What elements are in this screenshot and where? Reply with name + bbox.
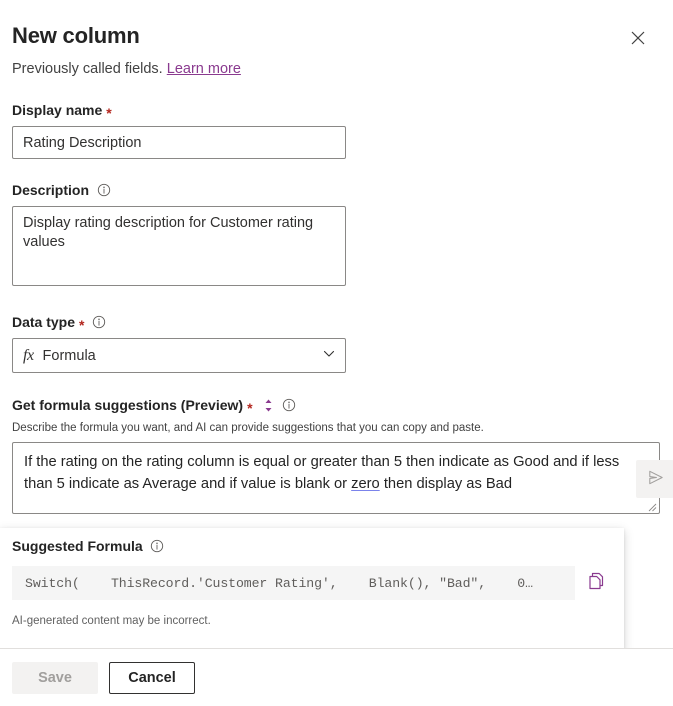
column-form: Display name * Description — [0, 101, 673, 514]
suggested-formula-label: Suggested Formula — [12, 538, 143, 554]
ai-disclaimer: AI-generated content may be incorrect. — [12, 615, 612, 627]
send-icon — [646, 468, 665, 490]
formula-row: Switch( ThisRecord.'Customer Rating', Bl… — [12, 566, 612, 600]
expand-collapse-icon[interactable] — [262, 398, 275, 413]
close-button[interactable] — [623, 24, 653, 54]
prompt-misspelled-word: zero — [351, 476, 380, 492]
panel-header: New column Previously called fields. Lea… — [0, 0, 673, 79]
info-icon[interactable] — [96, 183, 111, 198]
panel-footer: Save Cancel — [0, 648, 673, 706]
prompt-line-2a: than 5 indicate as Average and if value … — [24, 476, 351, 492]
formula-suggestions-heading: Get formula suggestions (Preview) * — [12, 397, 661, 413]
prompt-line-1: If the rating on the rating column is eq… — [24, 454, 619, 470]
field-display-name: Display name * — [12, 101, 661, 159]
data-type-label-text: Data type — [12, 313, 75, 331]
prompt-line-2b: then display as Bad — [380, 476, 512, 492]
panel-subtitle: Previously called fields. Learn more — [12, 59, 651, 79]
field-data-type: Data type * fx Formula — [12, 313, 661, 373]
prompt-row: If the rating on the rating column is eq… — [12, 442, 661, 514]
data-type-value: Formula — [43, 348, 96, 364]
close-icon — [631, 31, 645, 48]
display-name-label: Display name * — [12, 101, 661, 119]
required-asterisk: * — [247, 402, 252, 414]
data-type-select[interactable]: fx Formula — [12, 338, 346, 373]
suggested-formula-card: Suggested Formula Switch( ThisRecord.'Cu… — [0, 528, 624, 652]
copy-icon — [586, 571, 607, 595]
description-label: Description — [12, 181, 661, 199]
subtitle-text: Previously called fields. — [12, 61, 163, 77]
formula-prompt-input[interactable]: If the rating on the rating column is eq… — [12, 442, 660, 514]
display-name-input[interactable] — [12, 126, 346, 159]
info-icon[interactable] — [150, 539, 165, 554]
save-button[interactable]: Save — [12, 662, 98, 694]
suggested-formula-heading: Suggested Formula — [12, 538, 612, 554]
display-name-label-text: Display name — [12, 101, 102, 119]
required-asterisk: * — [106, 107, 111, 119]
cancel-button[interactable]: Cancel — [109, 662, 195, 694]
fx-icon: fx — [23, 347, 34, 365]
data-type-label: Data type * — [12, 313, 661, 331]
page-title: New column — [12, 22, 140, 50]
formula-suggestions-help: Describe the formula you want, and AI ca… — [12, 421, 661, 436]
info-icon[interactable] — [282, 398, 297, 413]
info-icon[interactable] — [91, 315, 106, 330]
new-column-panel: New column Previously called fields. Lea… — [0, 0, 673, 706]
field-description: Description — [12, 181, 661, 291]
suggested-formula-text[interactable]: Switch( ThisRecord.'Customer Rating', Bl… — [12, 566, 575, 600]
send-prompt-button[interactable] — [636, 460, 673, 498]
copy-formula-button[interactable] — [586, 571, 607, 595]
description-label-text: Description — [12, 181, 89, 199]
learn-more-link[interactable]: Learn more — [167, 61, 241, 77]
description-textarea[interactable] — [12, 206, 346, 286]
required-asterisk: * — [79, 319, 84, 331]
data-type-select-wrap: fx Formula — [12, 338, 346, 373]
title-row: New column — [12, 22, 651, 54]
formula-suggestions-label: Get formula suggestions (Preview) — [12, 397, 243, 413]
